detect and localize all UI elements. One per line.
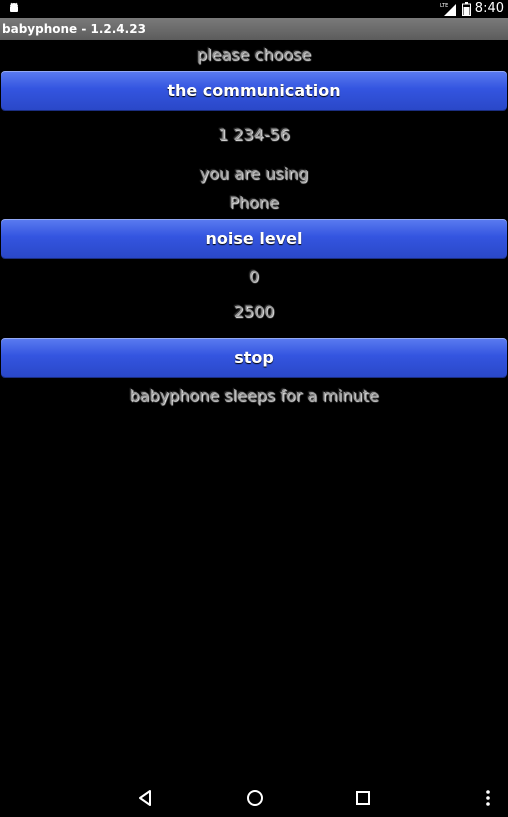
communication-button[interactable]: the communication	[1, 71, 507, 110]
battery-icon	[461, 1, 471, 16]
noise-threshold-value: 2500	[233, 302, 275, 321]
noise-current-value: 0	[248, 267, 260, 286]
phone-screen: LTE 8:40 babyphone - 1.2.4.23 please cho…	[0, 0, 508, 817]
status-right: LTE 8:40	[440, 0, 504, 17]
status-message: babyphone sleeps for a minute	[129, 386, 379, 405]
using-value: Phone	[229, 193, 279, 212]
status-bar: LTE 8:40	[0, 0, 508, 17]
navigation-bar	[0, 780, 508, 817]
stop-button[interactable]: stop	[1, 338, 507, 377]
app-title: babyphone - 1.2.4.23	[2, 22, 146, 36]
home-icon[interactable]	[245, 788, 265, 808]
app-title-bar: babyphone - 1.2.4.23	[0, 18, 508, 40]
recents-icon[interactable]	[353, 788, 373, 808]
phone-number: 1 234-56	[218, 125, 290, 144]
back-icon[interactable]	[136, 788, 156, 808]
android-icon	[10, 2, 18, 12]
noise-level-button[interactable]: noise level	[1, 219, 507, 258]
network-type-label: LTE	[440, 3, 448, 9]
choose-label: please choose	[196, 45, 312, 64]
using-label: you are using	[199, 164, 309, 183]
signal-icon: LTE	[440, 3, 456, 16]
status-time: 8:40	[474, 1, 504, 16]
overflow-menu-icon[interactable]	[478, 788, 498, 808]
